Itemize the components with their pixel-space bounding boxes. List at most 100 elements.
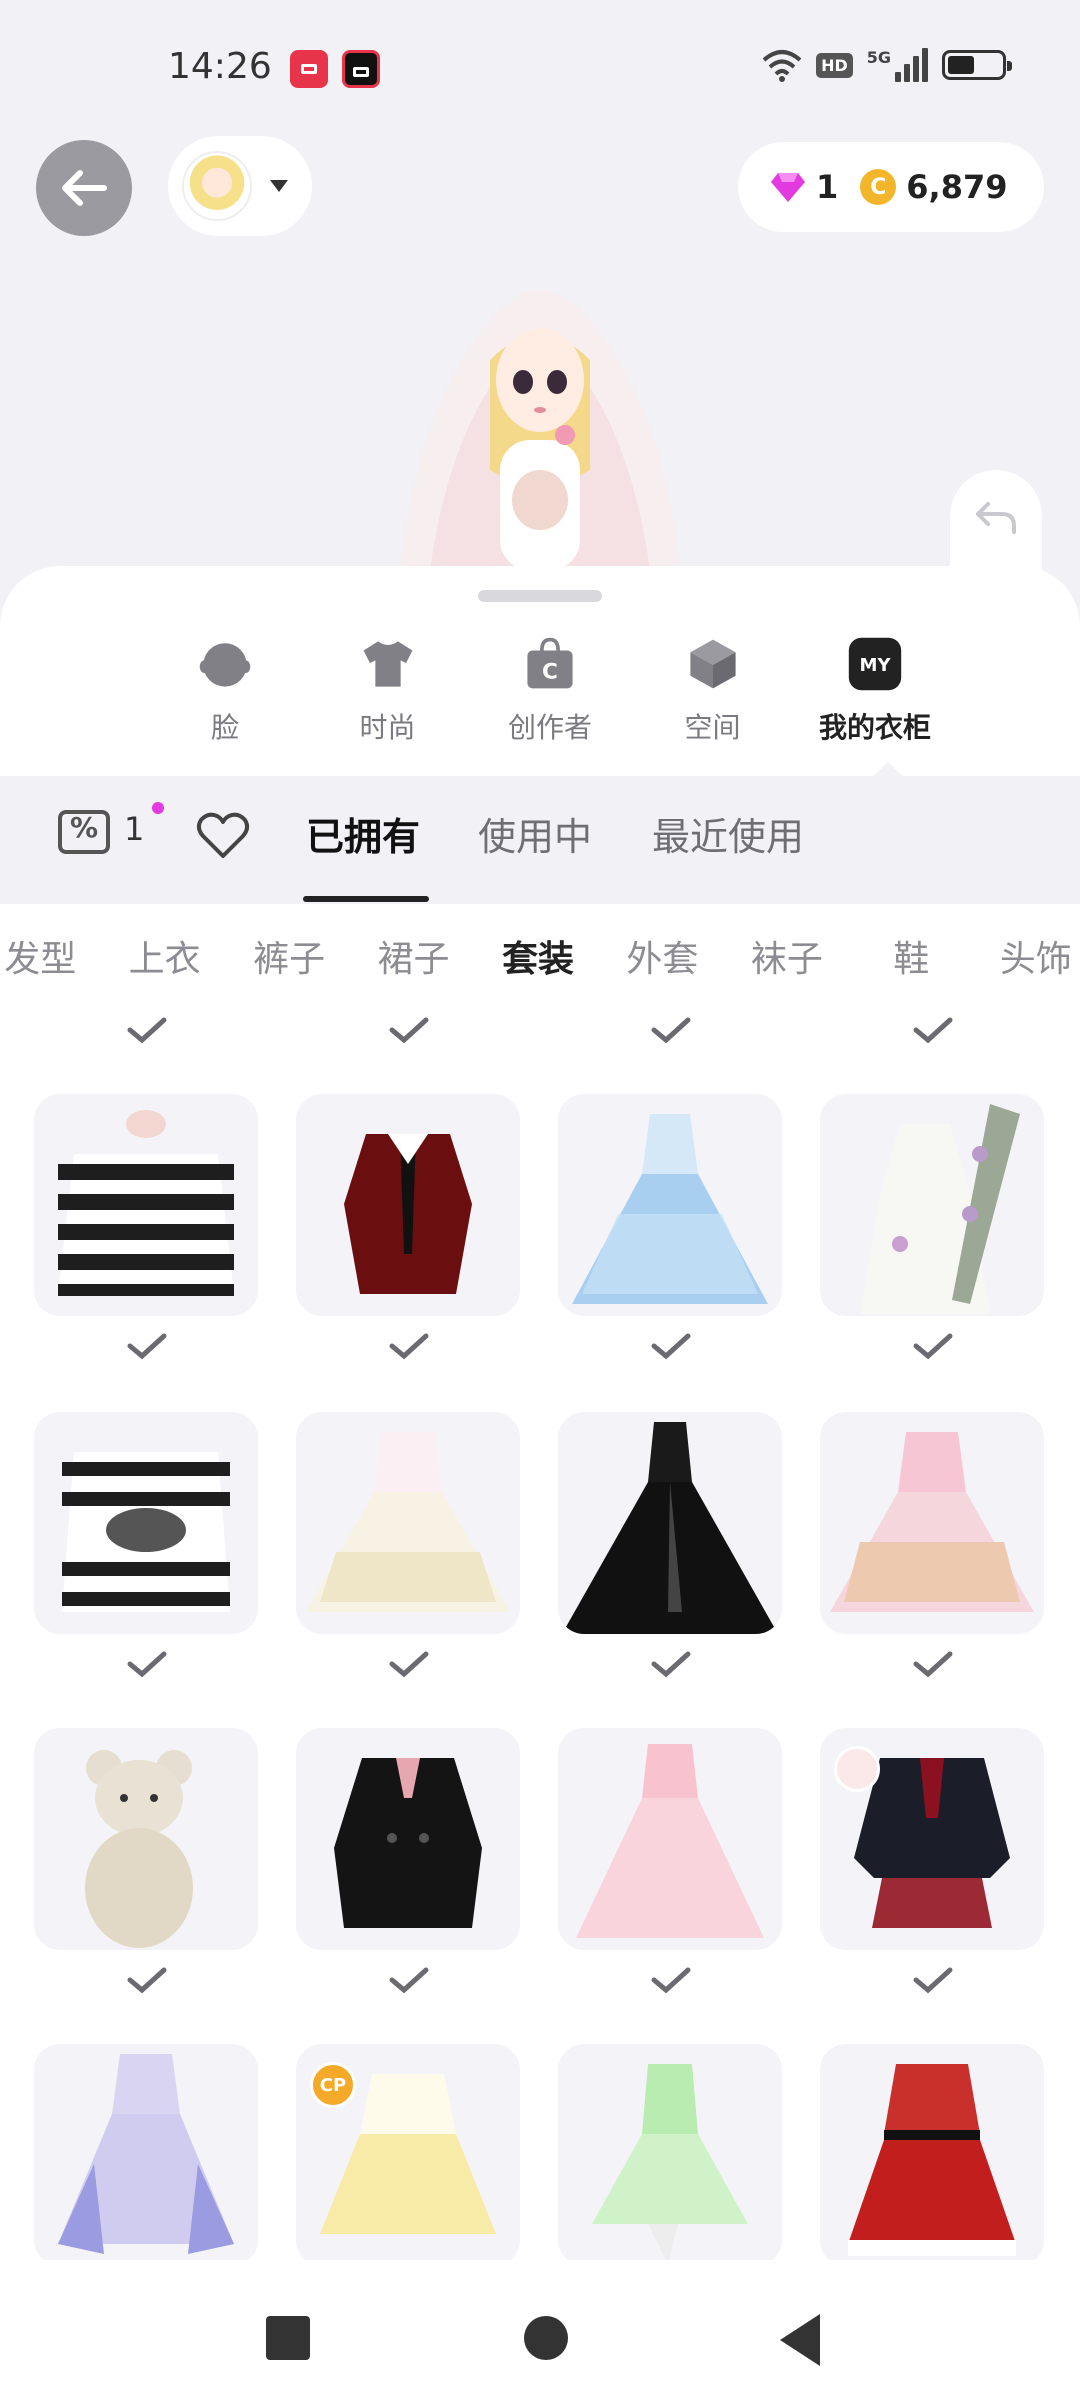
category-fashion[interactable]: 时尚	[313, 636, 463, 746]
system-back-button[interactable]	[780, 2314, 820, 2366]
category-label: 创作者	[507, 711, 592, 744]
video-app-icon	[342, 50, 380, 88]
tab-underline	[303, 896, 429, 902]
coupon-icon[interactable]	[58, 810, 110, 854]
check-icon	[127, 1651, 167, 1678]
face-icon	[199, 643, 251, 687]
tab-owned[interactable]: 已拥有	[306, 806, 420, 861]
check-icon	[389, 1967, 429, 1994]
check-icon	[651, 1333, 691, 1360]
outfit-item[interactable]	[558, 1094, 782, 1316]
check-icon	[389, 1333, 429, 1360]
tab-in-use[interactable]: 使用中	[478, 806, 592, 861]
outfit-item[interactable]	[820, 1412, 1044, 1634]
status-bar: 14:26 HD 5G	[0, 0, 1080, 140]
heart-icon[interactable]	[196, 810, 250, 860]
subtab-pants[interactable]: 裤子	[227, 930, 351, 990]
check-icon	[913, 1333, 953, 1360]
gem-count: 1	[816, 168, 839, 206]
outfit-item[interactable]	[296, 1094, 520, 1316]
outfit-item[interactable]	[34, 1412, 258, 1634]
wardrobe-sheet: 脸 时尚 C 创作者 空间 MY 我的衣柜 % 1 已拥有 使用中 最近使用 发…	[0, 566, 1080, 2400]
hd-badge: HD	[816, 52, 853, 78]
status-icons: HD 5G	[762, 48, 1012, 82]
check-icon	[651, 1651, 691, 1678]
category-label: 时尚	[359, 711, 416, 744]
outfit-item[interactable]	[34, 1094, 258, 1316]
sheet-grabber[interactable]	[478, 590, 602, 602]
tab-recent[interactable]: 最近使用	[652, 806, 804, 861]
screen-record-icon	[290, 50, 328, 88]
svg-text:C: C	[542, 659, 558, 684]
currency-balance[interactable]: 1 C 6,879	[738, 142, 1044, 232]
check-icon	[651, 1017, 691, 1044]
check-row	[0, 1332, 1080, 1372]
check-icon	[913, 1967, 953, 1994]
category-my-wardrobe[interactable]: MY 我的衣柜	[800, 636, 950, 746]
home-button[interactable]	[524, 2316, 568, 2360]
outfit-item[interactable]	[820, 1728, 1044, 1950]
outfit-item[interactable]	[820, 2044, 1044, 2266]
avatar-preview[interactable]	[340, 270, 740, 570]
favorite-badge	[834, 1746, 880, 1792]
undo-icon	[976, 502, 1016, 534]
check-icon	[389, 1017, 429, 1044]
check-icon	[913, 1651, 953, 1678]
svg-text:MY: MY	[859, 655, 891, 676]
avatar	[182, 151, 252, 221]
coin-icon: C	[860, 169, 897, 205]
outfit-item[interactable]	[558, 2044, 782, 2266]
wifi-icon	[762, 50, 802, 82]
check-icon	[127, 1017, 167, 1044]
battery-icon	[942, 50, 1012, 80]
category-label: 脸	[210, 711, 239, 744]
check-row	[0, 1650, 1080, 1690]
category-bar: 脸 时尚 C 创作者 空间 MY 我的衣柜	[150, 636, 950, 746]
subcategory-tabs: 发型 上衣 裤子 裙子 套装 外套 袜子 鞋 头饰	[0, 930, 1080, 990]
subtab-sets[interactable]: 套装	[476, 930, 600, 990]
category-face[interactable]: 脸	[150, 636, 300, 746]
outfit-item[interactable]	[34, 2044, 258, 2266]
tshirt-icon	[363, 641, 412, 687]
outfit-item[interactable]	[558, 1728, 782, 1950]
category-label: 我的衣柜	[818, 711, 931, 744]
system-nav-bar	[0, 2260, 1080, 2400]
subtab-headwear[interactable]: 头饰	[974, 930, 1080, 990]
coupon-count: 1	[124, 810, 145, 848]
cube-icon	[689, 639, 736, 689]
chevron-down-icon	[270, 180, 288, 192]
outfit-item[interactable]	[34, 1728, 258, 1950]
category-creator[interactable]: C 创作者	[475, 636, 625, 746]
subtab-tops[interactable]: 上衣	[102, 930, 226, 990]
subtab-skirts[interactable]: 裙子	[351, 930, 475, 990]
subtab-coats[interactable]: 外套	[600, 930, 724, 990]
check-icon	[651, 1967, 691, 1994]
check-icon	[913, 1017, 953, 1044]
check-icon	[389, 1651, 429, 1678]
cp-badge: CP	[310, 2062, 356, 2108]
recents-button[interactable]	[266, 2316, 310, 2360]
check-icon	[127, 1333, 167, 1360]
coin-count: 6,879	[906, 168, 1008, 206]
check-row	[0, 1966, 1080, 2006]
category-label: 空间	[684, 711, 741, 744]
outfit-item[interactable]	[296, 1412, 520, 1634]
creator-bag-icon: C	[527, 637, 573, 689]
subtab-socks[interactable]: 袜子	[725, 930, 849, 990]
arrow-left-icon	[62, 170, 107, 206]
outfit-item[interactable]	[558, 1412, 782, 1634]
my-badge-icon: MY	[848, 637, 902, 691]
signal-icon: 5G	[867, 48, 928, 82]
category-space[interactable]: 空间	[638, 636, 788, 746]
gem-icon	[771, 173, 805, 202]
check-icon	[127, 1967, 167, 1994]
back-button[interactable]	[36, 140, 132, 236]
subtab-shoes[interactable]: 鞋	[849, 930, 973, 990]
subtab-hair[interactable]: 发型	[0, 930, 102, 990]
avatar-switcher[interactable]	[168, 136, 312, 236]
wardrobe-screen: 14:26 HD 5G 1 C 6,879 脸 时尚 C 创作者 空间 MY 我…	[0, 0, 1080, 2400]
outfit-item[interactable]	[820, 1094, 1044, 1316]
outfit-item[interactable]	[296, 1728, 520, 1950]
network-label: 5G	[866, 48, 891, 67]
outfit-item[interactable]: CP	[296, 2044, 520, 2266]
